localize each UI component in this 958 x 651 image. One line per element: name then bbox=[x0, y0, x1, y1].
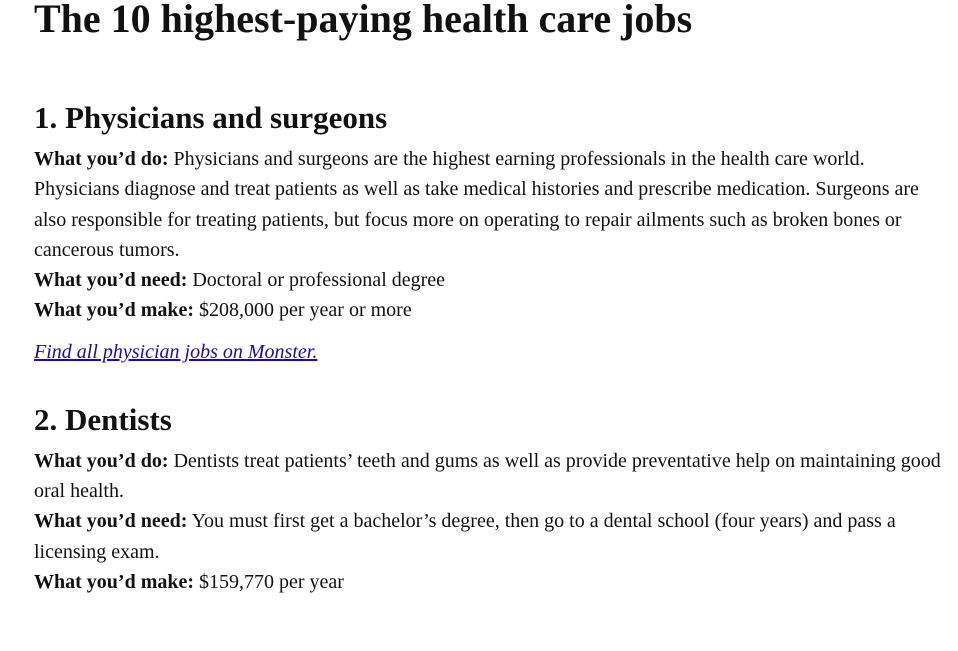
what-youd-need-label: What you’d need: bbox=[34, 269, 188, 292]
job-details: What you’d do: Physicians and surgeons a… bbox=[34, 144, 949, 326]
job-details: What you’d do: Dentists treat patients’ … bbox=[34, 446, 949, 597]
what-youd-do-label: What you’d do: bbox=[34, 148, 169, 170]
section-heading: 1. Physicians and surgeons bbox=[34, 100, 388, 135]
what-youd-make-label: What you’d make: bbox=[34, 299, 195, 322]
what-youd-need-label: What you’d need: bbox=[34, 510, 188, 533]
section-physicians-and-surgeons: 1. Physicians and surgeons What you’d do… bbox=[34, 100, 958, 366]
what-youd-make-label: What you’d make: bbox=[34, 570, 195, 593]
what-youd-do-label: What you’d do: bbox=[34, 449, 169, 472]
section-dentists: 2. Dentists What you’d do: Dentists trea… bbox=[34, 402, 958, 597]
what-youd-do-text: Dentists treat patients’ teeth and gums … bbox=[34, 449, 941, 503]
article: The 10 highest-paying health care jobs 1… bbox=[0, 0, 958, 651]
what-youd-make-text: $208,000 per year or more bbox=[194, 299, 412, 322]
what-youd-need-text: Doctoral or professional degree bbox=[187, 269, 446, 292]
find-physician-jobs-link[interactable]: Find all physician jobs on Monster. bbox=[34, 341, 317, 363]
what-youd-make-text: $159,770 per year bbox=[194, 570, 344, 593]
section-heading: 2. Dentists bbox=[34, 401, 172, 437]
link-paragraph: Find all physician jobs on Monster. bbox=[34, 338, 958, 366]
page-title: The 10 highest-paying health care jobs bbox=[34, 0, 693, 41]
